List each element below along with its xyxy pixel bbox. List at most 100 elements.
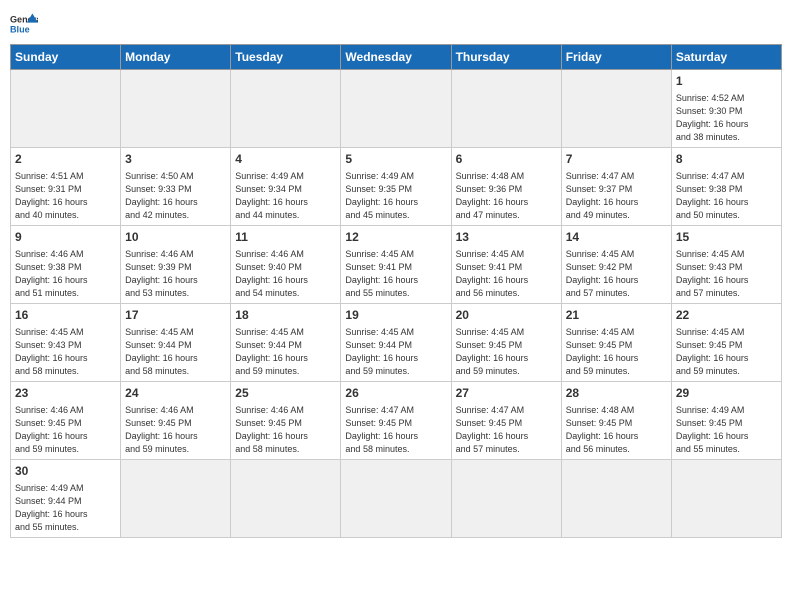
day-number: 9 <box>15 229 116 246</box>
day-info: Sunrise: 4:49 AM Sunset: 9:34 PM Dayligh… <box>235 170 336 222</box>
day-info: Sunrise: 4:45 AM Sunset: 9:45 PM Dayligh… <box>676 326 777 378</box>
day-number: 13 <box>456 229 557 246</box>
day-cell: 6 Sunrise: 4:48 AM Sunset: 9:36 PM Daylig… <box>451 148 561 226</box>
day-info: Sunrise: 4:48 AM Sunset: 9:45 PM Dayligh… <box>566 404 667 456</box>
day-number: 22 <box>676 307 777 324</box>
day-info: Sunrise: 4:51 AM Sunset: 9:31 PM Dayligh… <box>15 170 116 222</box>
day-cell <box>11 70 121 148</box>
day-info: Sunrise: 4:45 AM Sunset: 9:43 PM Dayligh… <box>15 326 116 378</box>
day-number: 20 <box>456 307 557 324</box>
day-number: 4 <box>235 151 336 168</box>
day-number: 28 <box>566 385 667 402</box>
day-cell: 19 Sunrise: 4:45 AM Sunset: 9:44 PM Dayli… <box>341 304 451 382</box>
week-row-0: 1 Sunrise: 4:52 AM Sunset: 9:30 PM Daylig… <box>11 70 782 148</box>
day-cell: 30 Sunrise: 4:49 AM Sunset: 9:44 PM Dayli… <box>11 460 121 538</box>
day-header-tuesday: Tuesday <box>231 45 341 70</box>
week-row-2: 9Sunrise: 4:46 AM Sunset: 9:38 PM Daylig… <box>11 226 782 304</box>
day-info: Sunrise: 4:46 AM Sunset: 9:45 PM Dayligh… <box>125 404 226 456</box>
day-number: 10 <box>125 229 226 246</box>
day-info: Sunrise: 4:46 AM Sunset: 9:45 PM Dayligh… <box>15 404 116 456</box>
day-number: 16 <box>15 307 116 324</box>
day-cell: 7 Sunrise: 4:47 AM Sunset: 9:37 PM Daylig… <box>561 148 671 226</box>
day-cell: 15Sunrise: 4:45 AM Sunset: 9:43 PM Dayli… <box>671 226 781 304</box>
day-cell: 10 Sunrise: 4:46 AM Sunset: 9:39 PM Dayli… <box>121 226 231 304</box>
day-cell <box>671 460 781 538</box>
day-number: 30 <box>15 463 116 480</box>
day-header-monday: Monday <box>121 45 231 70</box>
day-number: 7 <box>566 151 667 168</box>
day-info: Sunrise: 4:45 AM Sunset: 9:41 PM Dayligh… <box>345 248 446 300</box>
day-info: Sunrise: 4:46 AM Sunset: 9:39 PM Dayligh… <box>125 248 226 300</box>
day-cell <box>451 70 561 148</box>
day-info: Sunrise: 4:45 AM Sunset: 9:44 PM Dayligh… <box>235 326 336 378</box>
day-cell: 8 Sunrise: 4:47 AM Sunset: 9:38 PM Daylig… <box>671 148 781 226</box>
day-number: 17 <box>125 307 226 324</box>
day-number: 8 <box>676 151 777 168</box>
day-header-saturday: Saturday <box>671 45 781 70</box>
day-info: Sunrise: 4:47 AM Sunset: 9:37 PM Dayligh… <box>566 170 667 222</box>
day-header-sunday: Sunday <box>11 45 121 70</box>
day-cell <box>341 460 451 538</box>
page-header: General Blue <box>10 10 782 38</box>
day-header-friday: Friday <box>561 45 671 70</box>
day-number: 24 <box>125 385 226 402</box>
day-number: 2 <box>15 151 116 168</box>
day-header-thursday: Thursday <box>451 45 561 70</box>
day-cell: 5Sunrise: 4:49 AM Sunset: 9:35 PM Daylig… <box>341 148 451 226</box>
day-cell: 23 Sunrise: 4:46 AM Sunset: 9:45 PM Dayli… <box>11 382 121 460</box>
day-info: Sunrise: 4:45 AM Sunset: 9:42 PM Dayligh… <box>566 248 667 300</box>
day-info: Sunrise: 4:49 AM Sunset: 9:45 PM Dayligh… <box>676 404 777 456</box>
day-number: 14 <box>566 229 667 246</box>
day-cell <box>561 70 671 148</box>
day-cell: 29 Sunrise: 4:49 AM Sunset: 9:45 PM Dayli… <box>671 382 781 460</box>
day-cell <box>231 460 341 538</box>
day-cell: 24 Sunrise: 4:46 AM Sunset: 9:45 PM Dayli… <box>121 382 231 460</box>
day-cell <box>451 460 561 538</box>
day-number: 12 <box>345 229 446 246</box>
logo-icon: General Blue <box>10 10 38 38</box>
day-number: 29 <box>676 385 777 402</box>
day-cell: 27Sunrise: 4:47 AM Sunset: 9:45 PM Dayli… <box>451 382 561 460</box>
day-number: 1 <box>676 73 777 90</box>
day-cell: 11Sunrise: 4:46 AM Sunset: 9:40 PM Dayli… <box>231 226 341 304</box>
day-info: Sunrise: 4:50 AM Sunset: 9:33 PM Dayligh… <box>125 170 226 222</box>
days-header-row: SundayMondayTuesdayWednesdayThursdayFrid… <box>11 45 782 70</box>
day-info: Sunrise: 4:45 AM Sunset: 9:44 PM Dayligh… <box>125 326 226 378</box>
day-info: Sunrise: 4:47 AM Sunset: 9:38 PM Dayligh… <box>676 170 777 222</box>
day-number: 26 <box>345 385 446 402</box>
day-info: Sunrise: 4:48 AM Sunset: 9:36 PM Dayligh… <box>456 170 557 222</box>
day-cell <box>341 70 451 148</box>
day-cell: 21Sunrise: 4:45 AM Sunset: 9:45 PM Dayli… <box>561 304 671 382</box>
day-cell: 9Sunrise: 4:46 AM Sunset: 9:38 PM Daylig… <box>11 226 121 304</box>
day-cell: 28 Sunrise: 4:48 AM Sunset: 9:45 PM Dayli… <box>561 382 671 460</box>
day-cell: 14 Sunrise: 4:45 AM Sunset: 9:42 PM Dayli… <box>561 226 671 304</box>
day-info: Sunrise: 4:45 AM Sunset: 9:45 PM Dayligh… <box>456 326 557 378</box>
day-number: 5 <box>345 151 446 168</box>
day-cell: 18Sunrise: 4:45 AM Sunset: 9:44 PM Dayli… <box>231 304 341 382</box>
day-number: 11 <box>235 229 336 246</box>
day-info: Sunrise: 4:47 AM Sunset: 9:45 PM Dayligh… <box>345 404 446 456</box>
day-info: Sunrise: 4:52 AM Sunset: 9:30 PM Dayligh… <box>676 92 777 144</box>
day-cell: 22 Sunrise: 4:45 AM Sunset: 9:45 PM Dayli… <box>671 304 781 382</box>
day-number: 27 <box>456 385 557 402</box>
day-info: Sunrise: 4:49 AM Sunset: 9:44 PM Dayligh… <box>15 482 116 534</box>
day-cell: 13Sunrise: 4:45 AM Sunset: 9:41 PM Dayli… <box>451 226 561 304</box>
svg-text:Blue: Blue <box>10 24 30 34</box>
day-cell: 26 Sunrise: 4:47 AM Sunset: 9:45 PM Dayli… <box>341 382 451 460</box>
day-info: Sunrise: 4:45 AM Sunset: 9:45 PM Dayligh… <box>566 326 667 378</box>
day-cell: 16 Sunrise: 4:45 AM Sunset: 9:43 PM Dayli… <box>11 304 121 382</box>
day-number: 23 <box>15 385 116 402</box>
day-cell <box>121 70 231 148</box>
day-info: Sunrise: 4:45 AM Sunset: 9:44 PM Dayligh… <box>345 326 446 378</box>
day-number: 19 <box>345 307 446 324</box>
day-cell: 12 Sunrise: 4:45 AM Sunset: 9:41 PM Dayli… <box>341 226 451 304</box>
week-row-1: 2 Sunrise: 4:51 AM Sunset: 9:31 PM Daylig… <box>11 148 782 226</box>
day-cell: 20 Sunrise: 4:45 AM Sunset: 9:45 PM Dayli… <box>451 304 561 382</box>
calendar-table: SundayMondayTuesdayWednesdayThursdayFrid… <box>10 44 782 538</box>
day-number: 6 <box>456 151 557 168</box>
day-number: 3 <box>125 151 226 168</box>
day-cell: 3 Sunrise: 4:50 AM Sunset: 9:33 PM Daylig… <box>121 148 231 226</box>
day-cell <box>121 460 231 538</box>
day-cell <box>561 460 671 538</box>
day-cell: 2 Sunrise: 4:51 AM Sunset: 9:31 PM Daylig… <box>11 148 121 226</box>
